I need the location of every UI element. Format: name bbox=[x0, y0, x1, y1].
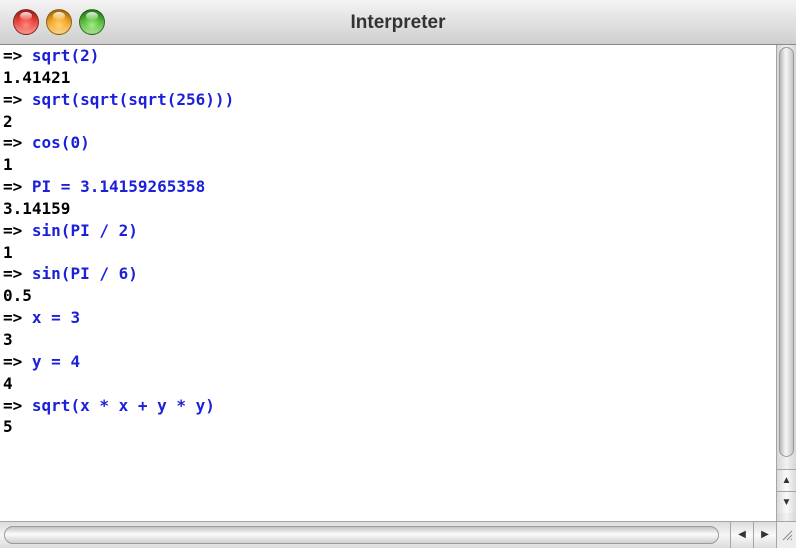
console-input-line: => y = 4 bbox=[0, 351, 776, 373]
result-text: 5 bbox=[3, 417, 13, 437]
prompt-symbol: => bbox=[3, 133, 23, 153]
command-text: sqrt(x * x + y * y) bbox=[31, 395, 215, 415]
scroll-down-arrow-icon[interactable]: ▼ bbox=[777, 491, 796, 513]
console-input-line: => sqrt(x * x + y * y) bbox=[0, 395, 776, 417]
prompt-symbol: => bbox=[3, 89, 23, 109]
console-output-line: 4 bbox=[0, 373, 776, 395]
console-output-line: 5 bbox=[0, 416, 776, 438]
console-output-line: 2 bbox=[0, 111, 776, 133]
console-input-line: => sqrt(sqrt(sqrt(256))) bbox=[0, 89, 776, 111]
horizontal-scrollbar[interactable]: ◀ ▶ bbox=[0, 521, 776, 548]
interpreter-window: Interpreter => sqrt(2) 1.41421 => sqrt(sqr… bbox=[0, 0, 796, 548]
prompt-symbol: => bbox=[3, 46, 23, 65]
command-text: y = 4 bbox=[31, 351, 81, 371]
result-text: 4 bbox=[3, 373, 13, 393]
console-input-line: => x = 3 bbox=[0, 307, 776, 329]
title-bar[interactable]: Interpreter bbox=[0, 0, 796, 45]
prompt-symbol: => bbox=[3, 220, 23, 240]
prompt-symbol: => bbox=[3, 264, 23, 284]
console-input-line: => sqrt(2) bbox=[0, 45, 776, 67]
prompt-symbol: => bbox=[3, 395, 23, 415]
command-text: PI = 3.14159265358 bbox=[31, 177, 206, 197]
console-output[interactable]: => sqrt(2) 1.41421 => sqrt(sqrt(sqrt(256))… bbox=[0, 45, 776, 521]
console-input-line: => sin(PI / 2) bbox=[0, 220, 776, 242]
console-output-line: 0.5 bbox=[0, 285, 776, 307]
console-input-line: => cos(0) bbox=[0, 132, 776, 154]
horizontal-scroll-thumb[interactable] bbox=[4, 526, 719, 544]
result-text: 0.5 bbox=[3, 286, 32, 306]
command-text: sqrt(sqrt(sqrt(256))) bbox=[31, 89, 235, 109]
console-input-line: => sin(PI / 6) bbox=[0, 263, 776, 285]
result-text: 1 bbox=[3, 242, 13, 262]
result-text: 3.14159 bbox=[3, 198, 71, 218]
command-text: x = 3 bbox=[31, 308, 81, 328]
result-text: 3 bbox=[3, 329, 13, 349]
result-text: 1.41421 bbox=[3, 67, 71, 87]
prompt-symbol: => bbox=[3, 351, 23, 371]
result-text: 1 bbox=[3, 155, 13, 175]
console-input-line: => PI = 3.14159265358 bbox=[0, 176, 776, 198]
command-text: sqrt(2) bbox=[31, 46, 100, 65]
resize-grip-icon[interactable] bbox=[776, 521, 796, 548]
console-output-line: 3 bbox=[0, 329, 776, 351]
prompt-symbol: => bbox=[3, 308, 23, 328]
console-output-line: 3.14159 bbox=[0, 198, 776, 220]
prompt-symbol: => bbox=[3, 177, 23, 197]
scroll-left-arrow-icon[interactable]: ◀ bbox=[730, 522, 753, 548]
command-text: sin(PI / 6) bbox=[31, 264, 138, 284]
scroll-up-arrow-icon[interactable]: ▲ bbox=[777, 469, 796, 491]
console-output-line: 1.41421 bbox=[0, 67, 776, 89]
command-text: cos(0) bbox=[31, 133, 90, 153]
vertical-scrollbar[interactable]: ▲ ▼ bbox=[776, 45, 796, 521]
vertical-scroll-thumb[interactable] bbox=[779, 47, 794, 457]
result-text: 2 bbox=[3, 111, 13, 131]
console-output-line: 1 bbox=[0, 154, 776, 176]
command-text: sin(PI / 2) bbox=[31, 220, 138, 240]
scroll-right-arrow-icon[interactable]: ▶ bbox=[753, 522, 776, 548]
window-title: Interpreter bbox=[350, 12, 446, 33]
console-output-line: 1 bbox=[0, 242, 776, 264]
